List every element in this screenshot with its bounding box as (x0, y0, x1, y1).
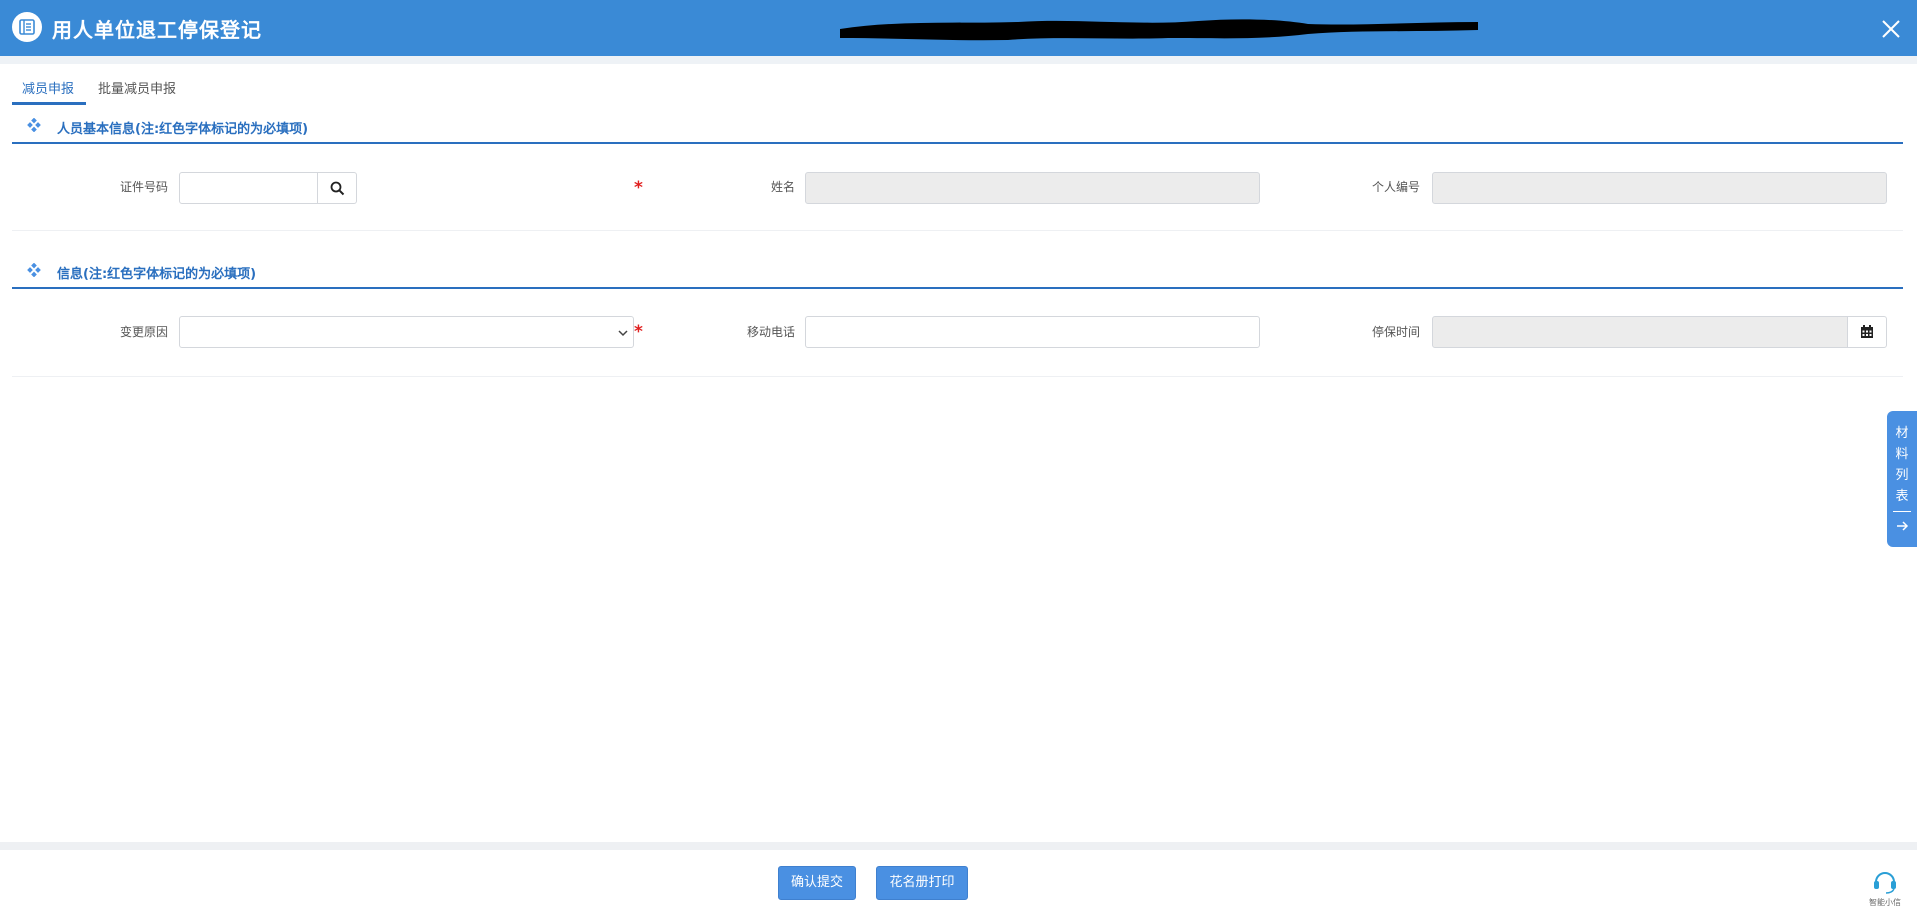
chevron-down-icon (618, 330, 628, 337)
active-tab-indicator (12, 102, 86, 105)
confirm-submit-button[interactable]: 确认提交 (778, 866, 856, 900)
basic-info-row: 证件号码 * 姓名 个人编号 (12, 152, 1903, 231)
assistant-label: 智能小信 (1869, 898, 1901, 907)
diamond-cluster-icon (27, 118, 41, 132)
section-title: 信息(注:红色字体标记的为必填项) (57, 267, 257, 282)
section-title: 人员基本信息(注:红色字体标记的为必填项) (57, 122, 309, 137)
arrow-right-icon (1897, 521, 1909, 531)
tab-batch-reduce-declare[interactable]: 批量减员申报 (98, 78, 176, 97)
title-divider (0, 56, 1917, 64)
diamond-cluster-icon (27, 263, 41, 277)
personal-number-label: 个人编号 (1372, 180, 1421, 194)
section-basic-info-header: 人员基本信息(注:红色字体标记的为必填项) (12, 112, 1903, 144)
stop-time-field[interactable] (1432, 316, 1849, 348)
roster-print-button[interactable]: 花名册打印 (876, 866, 968, 900)
footer-bar: 确认提交 花名册打印 (0, 850, 1917, 913)
redaction-mark (840, 19, 1478, 41)
id-number-label: 证件号码 (120, 180, 169, 194)
close-icon[interactable] (1878, 16, 1904, 42)
section-change-info-header: 信息(注:红色字体标记的为必填项) (12, 257, 1903, 289)
calendar-icon (1861, 325, 1873, 338)
personal-number-field[interactable] (1432, 172, 1887, 204)
mobile-phone-input[interactable] (805, 316, 1260, 348)
required-mark: * (634, 322, 643, 342)
change-reason-label: 变更原因 (120, 325, 169, 339)
smart-assistant-button[interactable]: 智能小信 (1860, 866, 1910, 910)
mobile-phone-label: 移动电话 (747, 325, 796, 339)
divider (1893, 511, 1911, 512)
name-field[interactable] (805, 172, 1260, 204)
material-list-label: 材料列表 (1895, 426, 1909, 504)
name-label: 姓名 (771, 180, 796, 194)
material-list-tab[interactable]: 材料列表 (1887, 411, 1917, 547)
change-reason-select[interactable] (179, 316, 634, 348)
change-info-row: 变更原因 * 移动电话 停保时间 (12, 298, 1903, 377)
search-icon (330, 181, 345, 196)
search-button[interactable] (317, 172, 357, 204)
id-number-input[interactable] (179, 172, 321, 204)
window-title: 用人单位退工停保登记 (52, 18, 262, 42)
list-icon (12, 12, 42, 42)
footer-divider (0, 842, 1917, 850)
calendar-button[interactable] (1847, 316, 1887, 348)
headset-icon (1874, 872, 1896, 894)
stop-time-label: 停保时间 (1372, 325, 1421, 339)
title-bar: 用人单位退工停保登记 (0, 0, 1917, 56)
tab-reduce-declare[interactable]: 减员申报 (22, 78, 74, 97)
required-mark: * (634, 178, 643, 198)
